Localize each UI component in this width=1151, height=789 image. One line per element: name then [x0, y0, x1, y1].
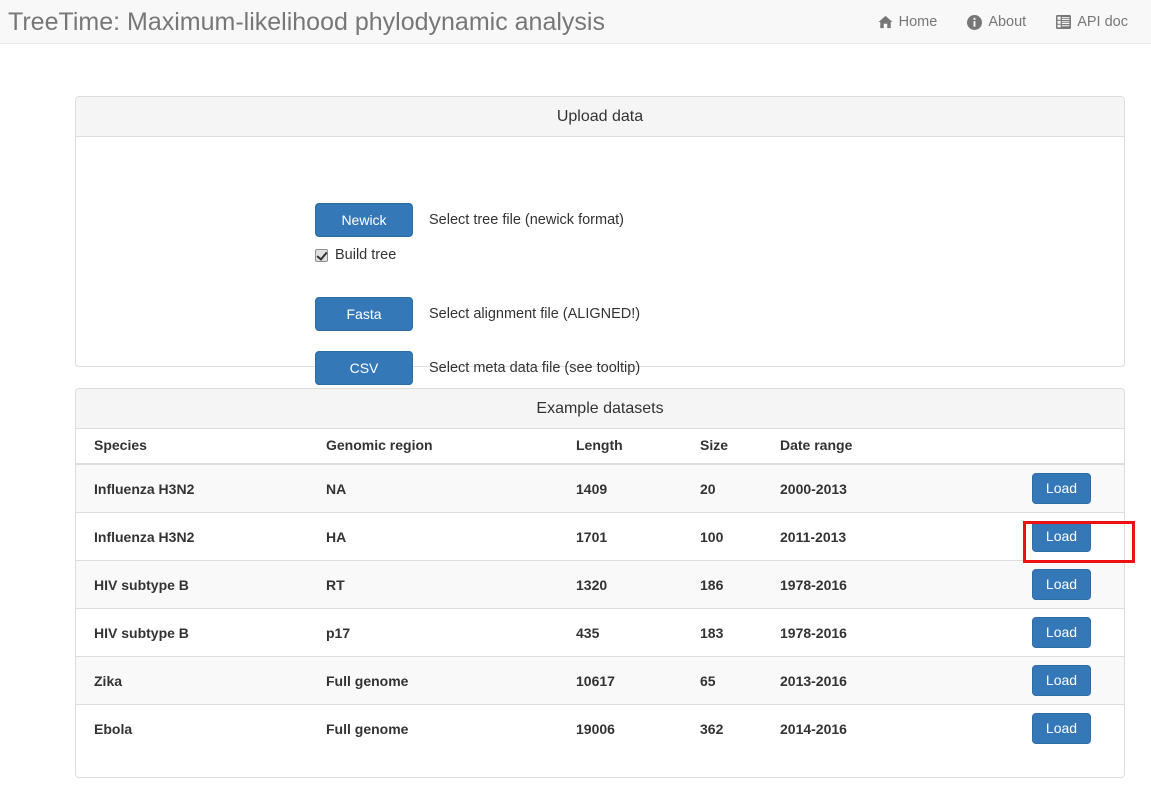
load-dataset-button[interactable]: Load: [1032, 473, 1091, 504]
cell-size: 183: [692, 608, 772, 657]
upload-panel-title: Upload data: [556, 107, 644, 125]
cell-action: Load: [947, 656, 1124, 705]
build-tree-checkbox[interactable]: [315, 248, 328, 262]
upload-panel-heading: Upload data: [76, 97, 1124, 137]
load-button-wrapper: Load: [955, 665, 1091, 696]
cell-genomic-region: RT: [318, 560, 568, 609]
cell-date-range: 2011-2013: [772, 512, 947, 561]
load-dataset-button[interactable]: Load: [1032, 617, 1091, 648]
cell-length: 1701: [568, 512, 692, 561]
cell-species: Influenza H3N2: [76, 512, 318, 561]
cell-genomic-region: HA: [318, 512, 568, 561]
cell-size: 20: [692, 463, 772, 513]
cell-action: Load: [947, 704, 1124, 752]
top-navbar: TreeTime: Maximum-likelihood phylodynami…: [0, 0, 1151, 44]
nav-link-api-doc-label: API doc: [1077, 14, 1128, 30]
nav-link-home-label: Home: [898, 14, 938, 30]
cell-species: Influenza H3N2: [76, 463, 318, 513]
load-button-wrapper: Load: [955, 521, 1135, 563]
cell-date-range: 1978-2016: [772, 560, 947, 609]
table-row: HIV subtype B RT 1320 186 1978-2016 Load: [76, 560, 1124, 609]
load-dataset-button[interactable]: Load: [1032, 665, 1091, 696]
cell-date-range: 2013-2016: [772, 656, 947, 705]
cell-genomic-region: Full genome: [318, 704, 568, 752]
table-header-row: Species Genomic region Length Size Date …: [76, 429, 1124, 465]
load-dataset-button[interactable]: Load: [1032, 521, 1091, 552]
nav-link-about[interactable]: About: [952, 0, 1041, 44]
table-head: Species Genomic region Length Size Date …: [76, 429, 1124, 465]
list-alt-icon: [1056, 15, 1072, 29]
cell-length: 1409: [568, 463, 692, 513]
column-header-size: Size: [692, 429, 772, 465]
cell-size: 362: [692, 704, 772, 752]
cell-species: HIV subtype B: [76, 560, 318, 609]
cell-length: 1320: [568, 560, 692, 609]
load-button-wrapper: Load: [955, 473, 1091, 504]
newick-upload-row: Newick Select tree file (newick format): [315, 203, 624, 237]
cell-action: Load: [947, 560, 1124, 609]
example-datasets-panel: Example datasets Species Genomic region …: [75, 388, 1135, 778]
cell-genomic-region: p17: [318, 608, 568, 657]
build-tree-label[interactable]: Build tree: [335, 247, 396, 263]
upload-data-panel: Upload data Newick Select tree file (new…: [75, 96, 1125, 385]
table-row: Influenza H3N2 HA 1701 100 2011-2013 Load: [76, 512, 1135, 563]
cell-species: Zika: [76, 656, 318, 705]
cell-length: 10617: [568, 656, 692, 705]
app-brand-title: TreeTime: Maximum-likelihood phylodynami…: [8, 8, 605, 36]
load-button-wrapper: Load: [955, 617, 1091, 648]
table-row: HIV subtype Bp17 435 183 1978-2016 Load: [76, 608, 1124, 657]
csv-file-description: Select meta data file (see tooltip): [429, 360, 641, 376]
cell-genomic-region: NA: [318, 463, 568, 513]
newick-file-description: Select tree file (newick format): [429, 212, 625, 228]
example-datasets-table: Species Genomic region Length Size Date …: [76, 429, 1135, 752]
cell-length: 19006: [568, 704, 692, 752]
table-row: Zika Full genome 10617 65 2013-2016 Load: [76, 656, 1124, 705]
cell-size: 100: [692, 512, 772, 561]
cell-species: HIV subtype B: [76, 608, 318, 657]
upload-panel-body: Newick Select tree file (newick format) …: [76, 137, 1124, 385]
examples-panel-heading: Example datasets: [76, 389, 1124, 429]
build-tree-row: Build tree: [315, 247, 396, 263]
fasta-upload-row: Fasta Select alignment file (ALIGNED!): [315, 297, 640, 331]
table-row: Influenza H3N2 NA 1409 20 2000-2013 Load: [76, 463, 1124, 513]
csv-file-button[interactable]: CSV: [315, 351, 413, 385]
examples-panel-body: Species Genomic region Length Size Date …: [76, 429, 1135, 777]
column-header-length: Length: [568, 429, 692, 465]
examples-panel-title: Example datasets: [536, 399, 664, 417]
column-header-action: [947, 429, 1124, 465]
load-dataset-button[interactable]: Load: [1032, 713, 1091, 744]
cell-action: Load: [947, 608, 1124, 657]
nav-link-about-label: About: [988, 14, 1027, 30]
csv-upload-row: CSV Select meta data file (see tooltip): [315, 351, 640, 385]
nav-link-api-doc[interactable]: API doc: [1041, 0, 1143, 44]
fasta-file-description: Select alignment file (ALIGNED!): [429, 306, 641, 322]
cell-genomic-region: Full genome: [318, 656, 568, 705]
cell-size: 65: [692, 656, 772, 705]
column-header-species: Species: [76, 429, 318, 465]
column-header-date-range: Date range: [772, 429, 947, 465]
column-header-genomic-region: Genomic region: [318, 429, 568, 465]
navbar-links: Home About API doc: [863, 0, 1143, 44]
home-icon: [878, 15, 893, 29]
load-dataset-button[interactable]: Load: [1032, 569, 1091, 600]
cell-date-range: 2000-2013: [772, 463, 947, 513]
load-button-wrapper: Load: [955, 569, 1091, 600]
build-tree-checkbox-group[interactable]: Build tree: [315, 247, 396, 263]
load-button-wrapper: Load: [955, 713, 1091, 744]
cell-size: 186: [692, 560, 772, 609]
cell-length: 435: [568, 608, 692, 657]
info-circle-icon: [967, 14, 983, 30]
cell-date-range: 2014-2016: [772, 704, 947, 752]
fasta-file-button[interactable]: Fasta: [315, 297, 413, 331]
cell-species: Ebola: [76, 704, 318, 752]
newick-file-button[interactable]: Newick: [315, 203, 413, 237]
cell-date-range: 1978-2016: [772, 608, 947, 657]
nav-link-home[interactable]: Home: [863, 0, 953, 44]
table-body: Influenza H3N2 NA 1409 20 2000-2013 Load Influ…: [76, 463, 1135, 752]
cell-action: Load: [947, 512, 1135, 563]
cell-action: Load: [947, 463, 1124, 513]
table-row: Ebola Full genome 19006 362 2014-2016 Load: [76, 704, 1124, 752]
